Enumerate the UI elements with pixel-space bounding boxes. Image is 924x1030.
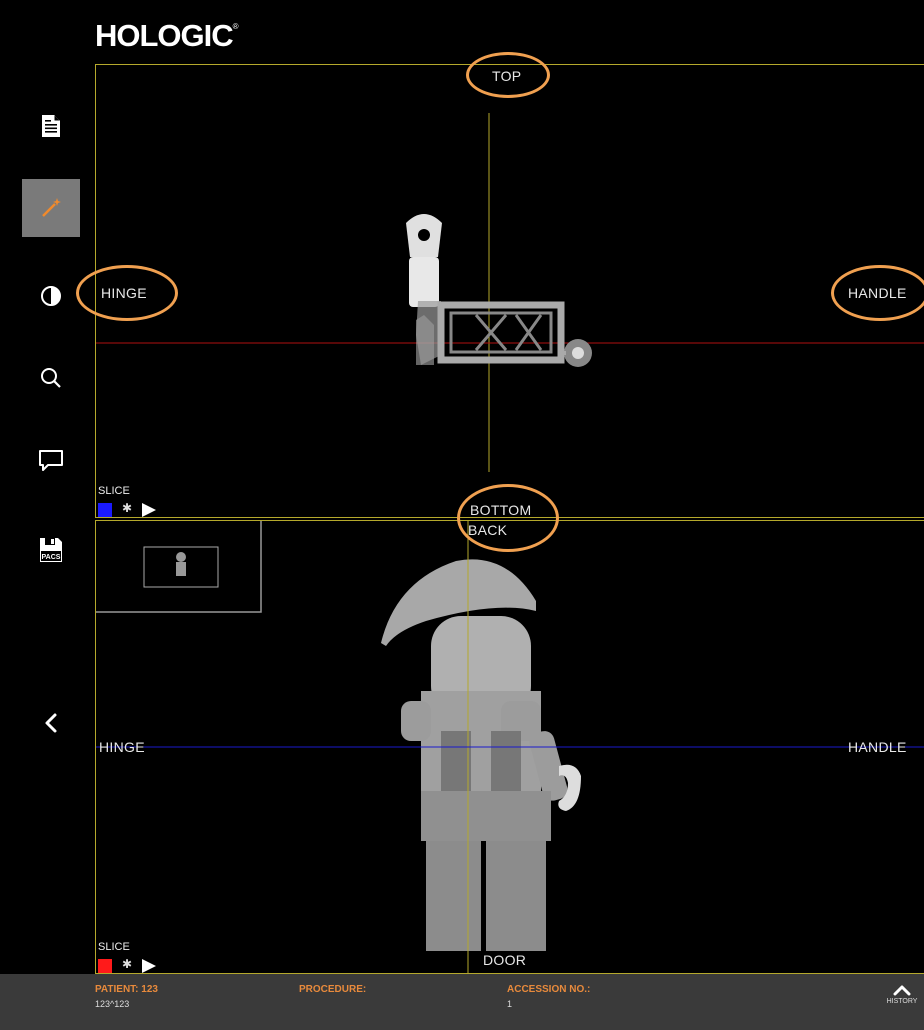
procedure-label: PROCEDURE: bbox=[299, 984, 367, 995]
chevron-up-icon bbox=[893, 985, 911, 996]
slice-label: SLICE bbox=[98, 941, 130, 953]
patient-label: PATIENT: 123 bbox=[95, 984, 158, 995]
annotate-button[interactable] bbox=[22, 432, 80, 490]
annotation-circle-handle bbox=[831, 265, 924, 321]
play-icon[interactable] bbox=[142, 503, 156, 517]
hologic-logo: HOLOGIC® bbox=[95, 18, 239, 54]
orientation-right-label: HANDLE bbox=[848, 739, 907, 755]
document-icon bbox=[42, 115, 60, 137]
logo-text: HOLOGIC bbox=[95, 18, 234, 53]
pacs-label: PACS bbox=[42, 554, 61, 561]
play-icon[interactable] bbox=[142, 959, 156, 973]
history-button[interactable]: HISTORY bbox=[880, 980, 924, 1005]
tool-sidebar: PACS bbox=[0, 60, 92, 972]
slice-color-swatch bbox=[98, 959, 112, 973]
snowflake-icon[interactable]: ✱ bbox=[122, 957, 132, 971]
xray-figure bbox=[381, 559, 581, 951]
chevron-left-icon bbox=[45, 713, 57, 733]
navigator-thumbnail bbox=[176, 552, 186, 576]
patient-value: 123^123 bbox=[95, 999, 130, 1009]
orientation-bottom-label: DOOR bbox=[483, 952, 527, 968]
orientation-left-label: HINGE bbox=[99, 739, 145, 755]
slice-label: SLICE bbox=[98, 485, 130, 497]
collapse-sidebar-button[interactable] bbox=[22, 694, 80, 752]
comment-icon bbox=[39, 450, 63, 471]
bottom-viewport-image bbox=[96, 521, 924, 973]
contrast-button[interactable] bbox=[22, 267, 80, 325]
magic-wand-icon bbox=[42, 198, 61, 217]
contrast-icon bbox=[41, 286, 61, 306]
search-icon bbox=[41, 368, 61, 388]
annotation-circle-bottom-back bbox=[457, 484, 559, 552]
pacs-save-button[interactable]: PACS bbox=[22, 521, 80, 579]
top-viewport-image bbox=[96, 113, 924, 472]
xray-object-top bbox=[406, 214, 592, 367]
patient-info-bar: PATIENT: 123 123^123 PROCEDURE: ACCESSIO… bbox=[0, 974, 924, 1030]
zoom-button[interactable] bbox=[22, 349, 80, 407]
report-button[interactable] bbox=[22, 97, 80, 155]
snowflake-icon[interactable]: ✱ bbox=[122, 501, 132, 515]
bottom-viewport[interactable]: BACK HINGE HANDLE DOOR SLICE ✱ bbox=[95, 520, 924, 974]
annotation-circle-top bbox=[466, 52, 550, 98]
registered-mark: ® bbox=[232, 22, 239, 31]
slice-color-swatch bbox=[98, 503, 112, 517]
history-label: HISTORY bbox=[886, 998, 918, 1005]
accession-label: ACCESSION NO.: bbox=[507, 984, 591, 995]
magic-wand-button[interactable] bbox=[22, 179, 80, 237]
accession-value: 1 bbox=[507, 999, 513, 1009]
pacs-save-icon: PACS bbox=[40, 538, 62, 562]
annotation-circle-hinge bbox=[76, 265, 178, 321]
top-viewport[interactable]: TOP HINGE HANDLE BOTTOM SLICE ✱ bbox=[95, 64, 924, 518]
